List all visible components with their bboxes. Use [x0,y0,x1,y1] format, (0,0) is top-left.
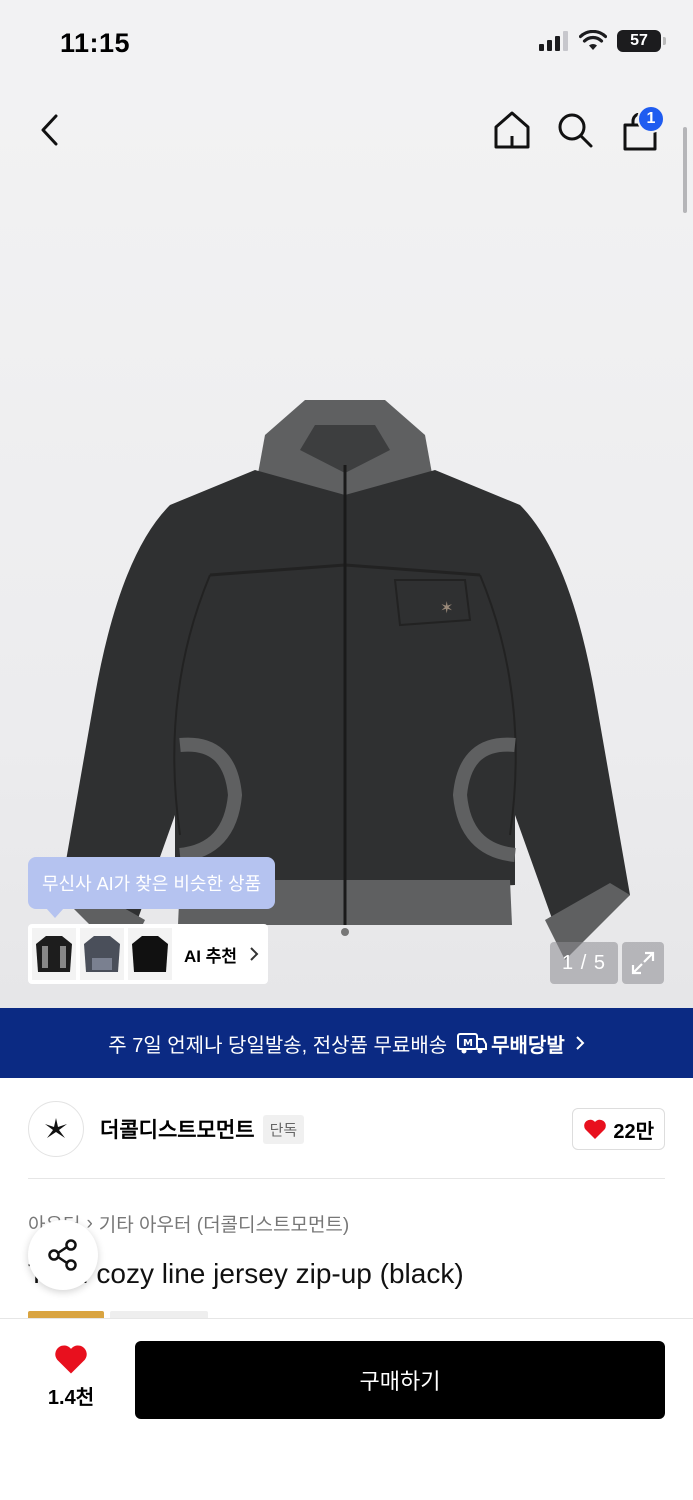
status-bar: 11:15 57 [0,0,693,90]
jacket-thumb-icon [84,936,120,972]
home-icon [494,111,530,149]
back-button[interactable] [30,110,70,150]
share-icon [48,1239,77,1271]
ai-thumb-1 [32,928,76,980]
wifi-icon [579,30,607,50]
delivery-brand: M 무배당발 [457,1029,565,1058]
wishlist-button[interactable]: 1.4천 [36,1343,106,1410]
ai-recommend-label: AI 추천 [184,946,238,966]
expand-image-button[interactable] [622,942,664,984]
brand-name[interactable]: 더콜디스트모먼트 [100,1114,255,1144]
svg-text:✶: ✶ [440,598,453,617]
brand-like-count: 22만 [613,1120,654,1143]
bottom-action-bar: 1.4천 구매하기 [0,1318,693,1500]
ai-recommend-button[interactable]: AI 추천 [28,924,268,984]
divider [28,1178,665,1179]
cart-count-badge: 1 [637,105,665,133]
share-button[interactable] [28,1220,98,1290]
ai-thumb-3 [128,928,172,980]
buy-button[interactable]: 구매하기 [135,1341,665,1419]
jacket-thumb-icon [132,936,168,972]
delivery-truck-icon: M [457,1033,488,1054]
brand-row: 더콜디스트모먼트 단독 22만 [28,1100,665,1158]
ai-thumb-2 [80,928,124,980]
brand-like-button[interactable]: 22만 [572,1108,665,1150]
chevron-left-icon [41,114,58,146]
brand-star-logo-icon [45,1118,67,1138]
heart-icon [584,1119,607,1139]
delivery-brand-label: 무배당발 [491,1034,565,1057]
jacket-thumb-icon [36,936,72,972]
search-icon [558,113,593,148]
scrollbar[interactable] [683,127,687,213]
chevron-right-icon [576,1036,585,1050]
chevron-right-icon [250,947,259,961]
breadcrumb-subcategory[interactable]: 기타 아우터 (더콜디스트모먼트) [99,1210,349,1237]
brand-logo[interactable] [28,1101,84,1157]
delivery-banner[interactable]: 주 7일 언제나 당일발송, 전상품 무료배송 M 무배당발 [0,1008,693,1078]
search-button[interactable] [553,108,597,152]
heart-icon [55,1345,87,1374]
home-button[interactable] [490,108,534,152]
expand-icon [631,951,655,975]
status-indicators: 57 [539,30,666,52]
signal-icon [539,31,568,51]
ai-similar-tooltip: 무신사 AI가 찾은 비슷한 상품 [28,857,276,918]
battery-indicator: 57 [617,30,666,52]
image-page-indicator: 1 / 5 [550,942,618,984]
delivery-banner-text: 주 7일 언제나 당일발송, 전상품 무료배송 [108,1034,448,1057]
status-time: 11:15 [60,28,131,58]
wishlist-count: 1.4천 [47,1387,95,1409]
exclusive-tag: 단독 [262,1114,305,1144]
svg-text:M: M [463,1038,473,1049]
